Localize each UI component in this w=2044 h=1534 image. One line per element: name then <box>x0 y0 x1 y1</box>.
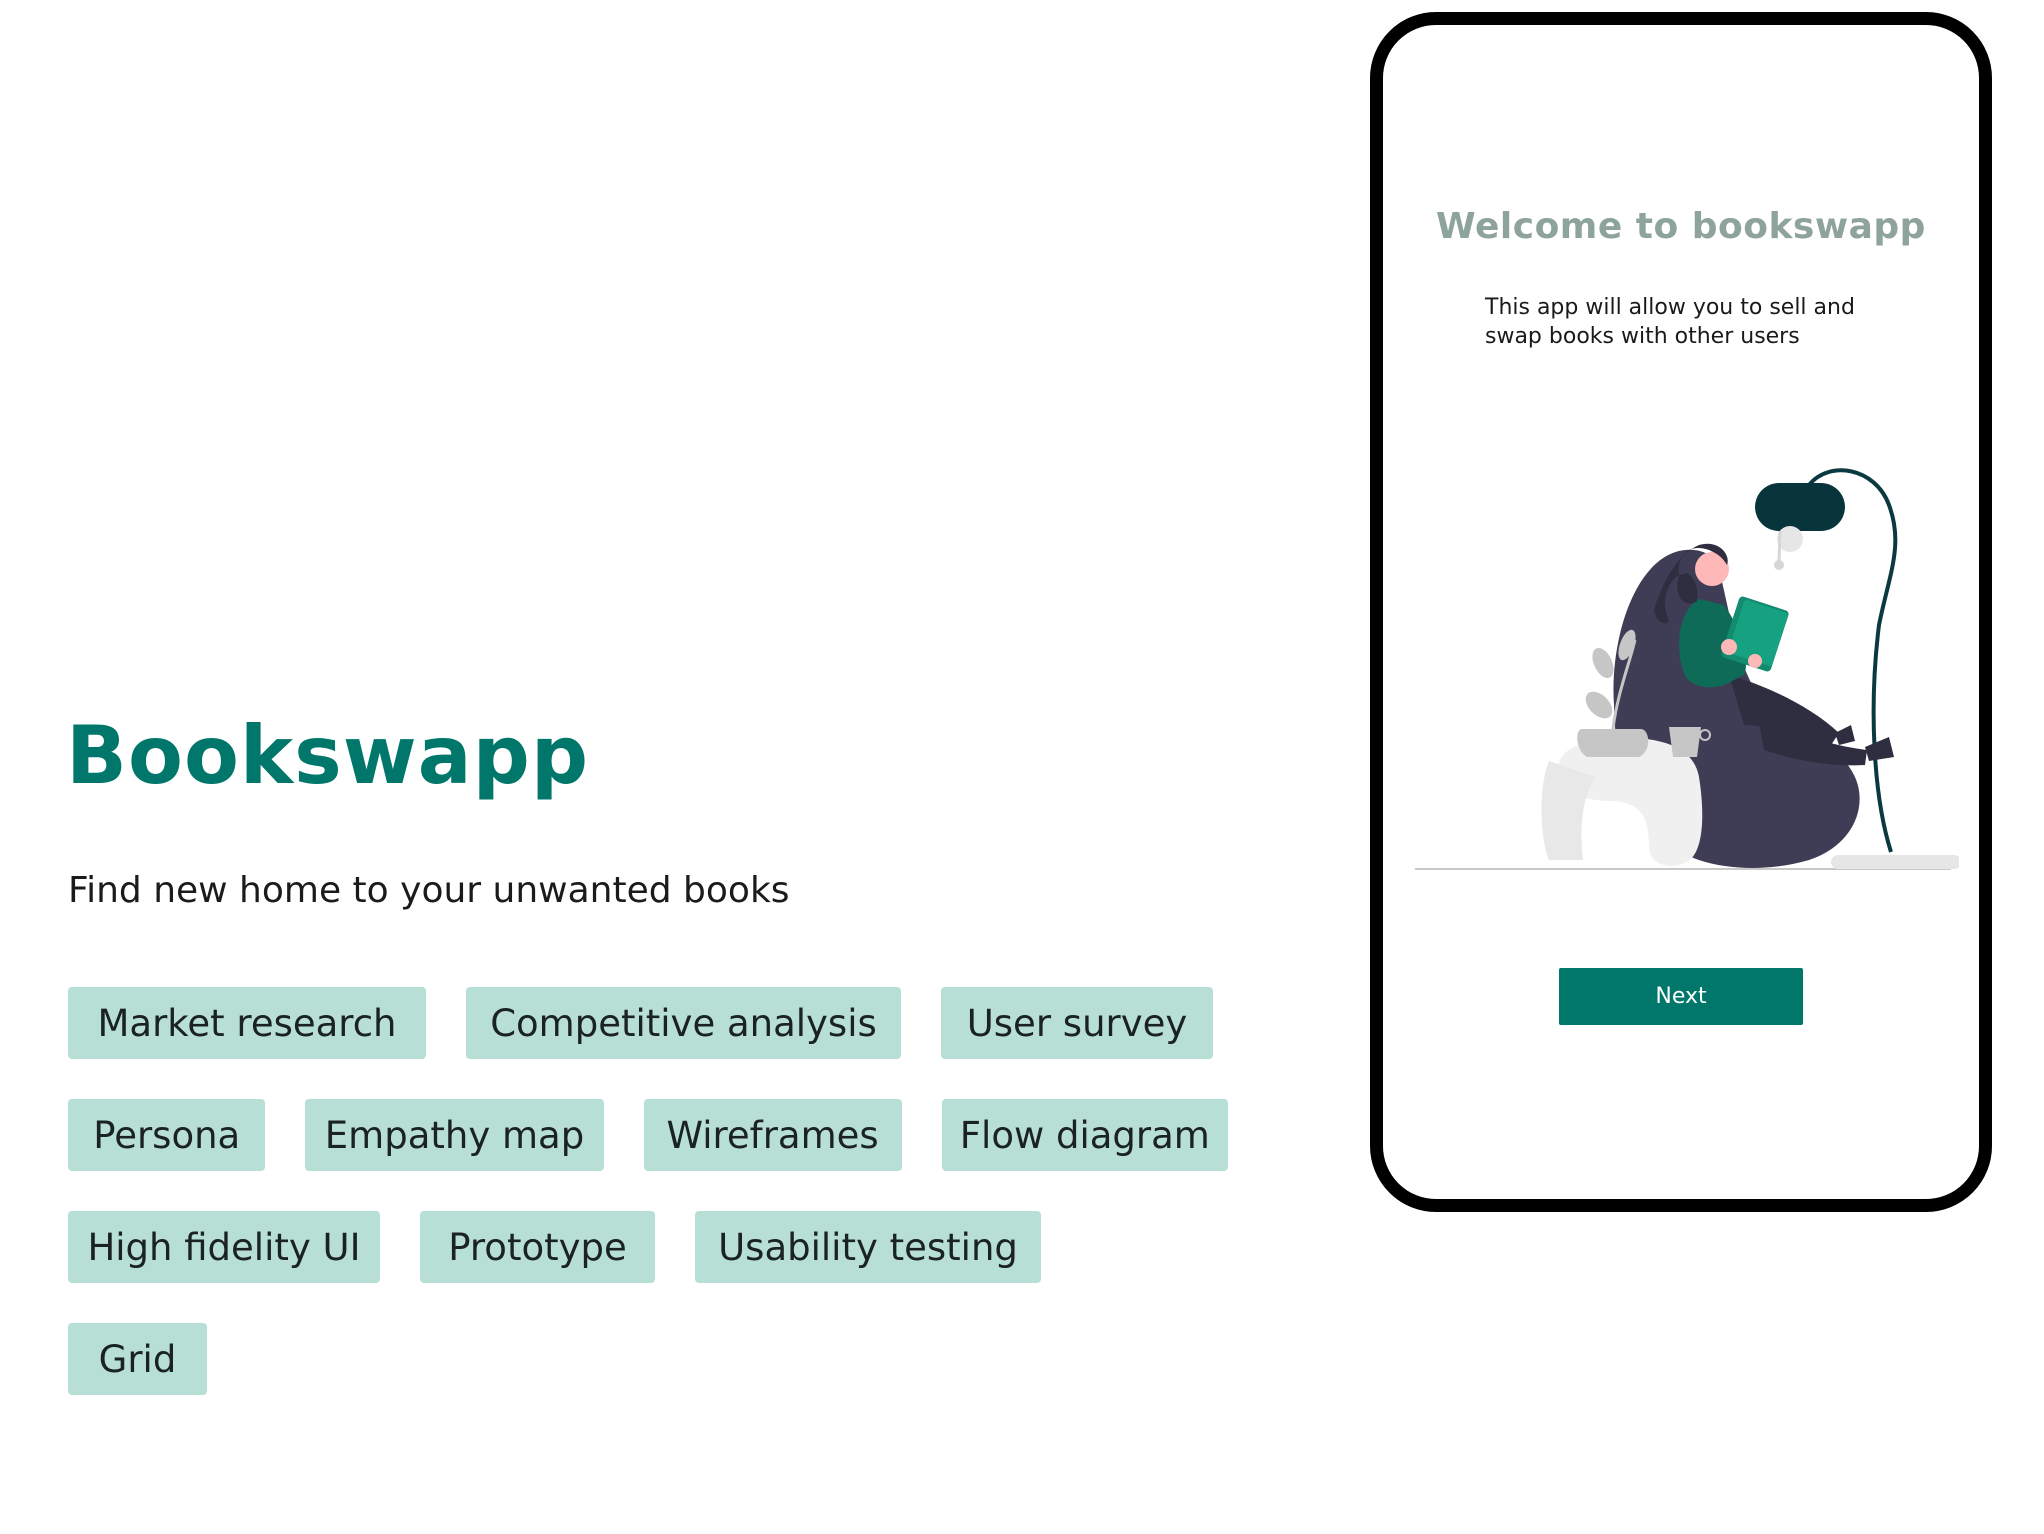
tag-persona: Persona <box>68 1099 266 1171</box>
phone-screen: Welcome to bookswapp This app will allow… <box>1383 25 1979 1199</box>
tag-empathy-map: Empathy map <box>305 1099 604 1171</box>
tag-competitive-analysis: Competitive analysis <box>466 987 901 1059</box>
project-subtitle: Find new home to your unwanted books <box>68 870 790 911</box>
tag-prototype: Prototype <box>420 1211 655 1283</box>
tag-high-fidelity-ui: High fidelity UI <box>68 1211 380 1283</box>
tag-flow-diagram: Flow diagram <box>941 1099 1228 1171</box>
tag-market-research: Market research <box>68 987 426 1059</box>
reading-illustration <box>1415 468 1959 870</box>
tag-row: Persona Empathy map Wireframes Flow diag… <box>68 1099 1268 1171</box>
next-button[interactable]: Next <box>1559 968 1803 1025</box>
project-title: Bookswapp <box>66 709 590 802</box>
welcome-description: This app will allow you to sell and swap… <box>1485 295 1855 349</box>
tag-grid: Grid <box>68 1323 207 1395</box>
tag-row: High fidelity UI Prototype Usability tes… <box>68 1211 1268 1283</box>
tag-wireframes: Wireframes <box>643 1099 902 1171</box>
tag-usability-testing: Usability testing <box>695 1211 1041 1283</box>
phone-mockup: Welcome to bookswapp This app will allow… <box>1370 12 1992 1212</box>
tag-row: Grid <box>68 1323 1268 1395</box>
tag-list: Market research Competitive analysis Use… <box>68 987 1268 1435</box>
tag-row: Market research Competitive analysis Use… <box>68 987 1268 1059</box>
welcome-title: Welcome to bookswapp <box>1436 206 1926 247</box>
tag-user-survey: User survey <box>941 987 1213 1059</box>
